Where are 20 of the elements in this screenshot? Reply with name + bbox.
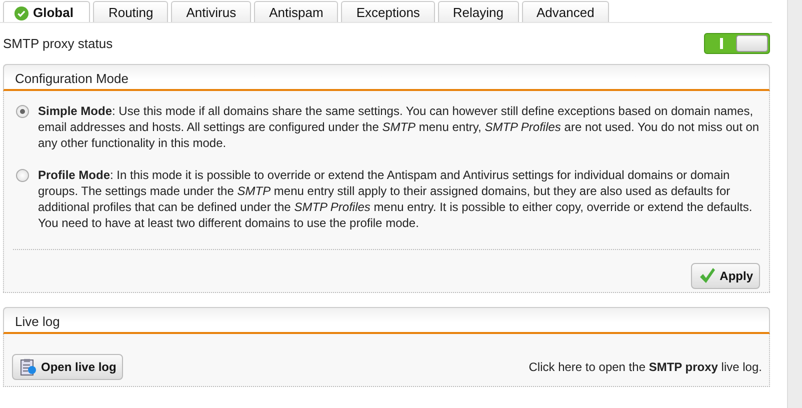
status-label: SMTP proxy status <box>3 34 113 53</box>
tab[interactable]: Antivirus <box>171 1 252 22</box>
tab[interactable]: Exceptions <box>341 1 435 22</box>
hint-text: Click here to open the SMTP proxy live log. <box>528 359 762 376</box>
panel-title: Configuration Mode <box>3 64 770 91</box>
tab[interactable]: Antispam <box>254 1 338 22</box>
tab[interactable]: Routing <box>93 1 168 22</box>
open-live-log-button[interactable]: Open live log <box>12 354 124 380</box>
checkmark-icon <box>698 267 716 285</box>
tab[interactable]: Relaying <box>438 1 519 22</box>
radio-button[interactable] <box>16 105 29 118</box>
radio-button[interactable] <box>16 169 29 182</box>
clipboard-icon <box>19 358 37 376</box>
option-description: Profile Mode: In this mode it is possible to override or extend the Antispam and Antivirus settings for individual domains or domain groups. The settings made under the SMTP menu entry still apply to their assigned domains, but they are also used as defaults for additional profiles that can be defined under the SMTP Profiles menu entry. It is possible to either copy, override or extend the defaults. You need to have at least two different domains to use the profile mode. <box>38 167 754 231</box>
option-description: Simple Mode: Use this mode if all domains share the same settings. You can however still define exceptions based on domain names, email addresses and hosts. All settings are configured under the SMTP menu entry, SMTP Profiles are not used. You do not miss out on any other functionality in this mode. <box>38 103 760 151</box>
toggle-switch[interactable] <box>704 33 770 54</box>
panel-title: Live log <box>3 307 770 334</box>
tab[interactable]: Advanced <box>522 1 610 22</box>
apply-button[interactable]: Apply <box>690 263 760 289</box>
tab[interactable]: Global <box>3 1 90 22</box>
